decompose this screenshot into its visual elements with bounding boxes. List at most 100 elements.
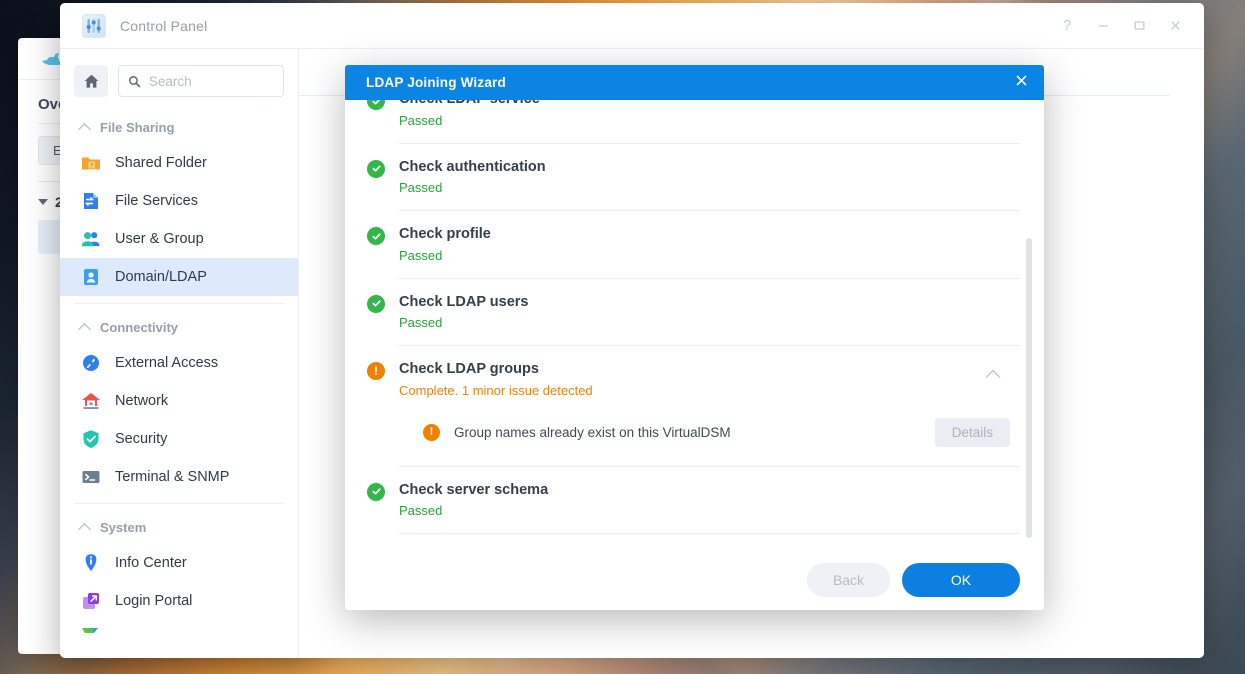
wizard-scroll-area[interactable]: Check LDAP service Passed Check authenti… (345, 100, 1044, 550)
check-circle-icon (367, 227, 385, 246)
sidebar-item-label: Security (115, 431, 168, 447)
check-circle-icon (367, 159, 385, 178)
help-icon: ? (1062, 17, 1072, 34)
sidebar-divider (74, 503, 284, 504)
chevron-up-icon (78, 522, 91, 536)
help-button[interactable]: ? (1060, 17, 1074, 34)
maximize-button[interactable] (1132, 19, 1146, 33)
check-status: Passed (399, 180, 443, 196)
check-status: Passed (399, 247, 443, 263)
close-button[interactable] (1168, 19, 1182, 33)
check-item: Check server schema Passed (367, 467, 1020, 535)
issue-row: ! Group names already exist on this Virt… (423, 417, 1020, 451)
file-services-icon (80, 190, 102, 212)
sidebar-item-domain-ldap[interactable]: Domain/LDAP (60, 258, 298, 296)
wizard-scrollbar-thumb[interactable] (1026, 238, 1032, 538)
sidebar-search-row (60, 65, 298, 111)
sidebar-section-file-sharing[interactable]: File Sharing (60, 111, 298, 144)
wizard-footer: Back OK (345, 550, 1044, 610)
check-title: Check LDAP users (399, 293, 529, 310)
sidebar-item-label: Domain/LDAP (115, 269, 207, 285)
control-panel-icon (82, 13, 106, 38)
sidebar-section-label: System (100, 520, 147, 535)
home-icon (84, 74, 98, 88)
sidebar-item-label: Network (115, 393, 169, 409)
search-box[interactable] (118, 65, 284, 97)
sidebar-item-shared-folder[interactable]: Shared Folder (60, 144, 298, 182)
sidebar-item-label: External Access (115, 355, 219, 371)
sidebar-item-label: Shared Folder (115, 155, 207, 171)
sidebar-item-label: User & Group (115, 231, 204, 247)
check-item: Check authentication Passed (367, 144, 1020, 212)
sidebar-item-terminal-snmp[interactable]: Terminal & SNMP (60, 458, 298, 496)
sidebar-item-info-center[interactable]: Info Center (60, 544, 298, 582)
check-circle-icon (367, 100, 385, 110)
check-status: Complete. 1 minor issue detected (399, 382, 593, 398)
sidebar-section-label: File Sharing (100, 120, 175, 135)
sidebar-item-label: File Services (115, 193, 198, 209)
wizard-title: LDAP Joining Wizard (366, 75, 506, 90)
check-status: Passed (399, 112, 443, 128)
window-controls: ? (1060, 17, 1204, 34)
check-item: Check profile Passed (367, 211, 1020, 279)
minimize-icon (1098, 25, 1108, 27)
control-panel-title: Control Panel (120, 17, 208, 34)
sidebar-item-security[interactable]: Security (60, 420, 298, 458)
close-icon (1170, 21, 1180, 30)
sidebar-divider (74, 303, 284, 304)
wizard-header: LDAP Joining Wizard (345, 65, 1044, 100)
sidebar-section-label: Connectivity (100, 320, 179, 335)
search-input[interactable] (148, 73, 274, 89)
domain-ldap-icon (80, 266, 102, 288)
user-group-icon (80, 228, 102, 250)
control-panel-titlebar: Control Panel ? (60, 3, 1204, 49)
update-restore-icon (80, 626, 102, 648)
sidebar-item-partial[interactable] (60, 620, 298, 656)
sidebar-item-login-portal[interactable]: Login Portal (60, 582, 298, 620)
sidebar-item-file-services[interactable]: File Services (60, 182, 298, 220)
sidebar-section-connectivity[interactable]: Connectivity (60, 311, 298, 344)
close-icon (1016, 75, 1027, 86)
back-button[interactable]: Back (807, 563, 890, 597)
check-status: Passed (399, 503, 443, 519)
sidebar-item-label: Login Portal (115, 593, 193, 609)
sidebar-item-user-group[interactable]: User & Group (60, 220, 298, 258)
check-title: Check server schema (399, 481, 549, 498)
home-button[interactable] (74, 65, 108, 97)
login-portal-icon (80, 590, 102, 612)
search-icon (128, 75, 141, 87)
ldap-joining-wizard-dialog[interactable]: LDAP Joining Wizard Check LDAP service P… (345, 65, 1044, 610)
control-panel-window[interactable]: Control Panel ? Search File Sharing Shar… (60, 3, 1204, 658)
caret-down-icon (38, 199, 48, 205)
sidebar-item-label: Info Center (115, 555, 187, 571)
warning-circle-icon: ! (423, 423, 440, 441)
check-item-expanded[interactable]: ! Check LDAP groups Complete. 1 minor is… (367, 346, 1020, 467)
network-icon (80, 390, 102, 412)
external-access-icon (80, 352, 102, 374)
check-title: Check profile (399, 226, 491, 243)
warning-circle-icon: ! (367, 362, 385, 381)
check-title: Check authentication (399, 158, 546, 175)
check-item: Check LDAP users Passed (367, 279, 1020, 347)
sidebar-item-network[interactable]: Network (60, 382, 298, 420)
sidebar-item-external-access[interactable]: External Access (60, 344, 298, 382)
shield-icon (80, 428, 102, 450)
check-item: Check LDAP service Passed (367, 100, 1020, 144)
terminal-snmp-icon (80, 466, 102, 488)
check-circle-icon (367, 294, 385, 313)
minimize-button[interactable] (1096, 19, 1110, 33)
check-title: Check LDAP service (399, 100, 1020, 110)
sidebar-section-system[interactable]: System (60, 511, 298, 544)
check-title: Check LDAP groups (399, 361, 539, 378)
chevron-up-icon (78, 122, 91, 136)
details-button[interactable]: Details (934, 417, 1010, 447)
wizard-close-button[interactable] (1015, 74, 1028, 91)
ok-button[interactable]: OK (902, 563, 1020, 597)
check-circle-icon (367, 482, 385, 501)
shared-folder-icon (80, 152, 102, 174)
check-list: Check LDAP service Passed Check authenti… (345, 100, 1044, 535)
sidebar-item-label: Terminal & SNMP (115, 469, 230, 485)
chevron-up-icon (78, 322, 91, 336)
issue-text: Group names already exist on this Virtua… (454, 424, 731, 440)
check-status: Passed (399, 315, 443, 331)
